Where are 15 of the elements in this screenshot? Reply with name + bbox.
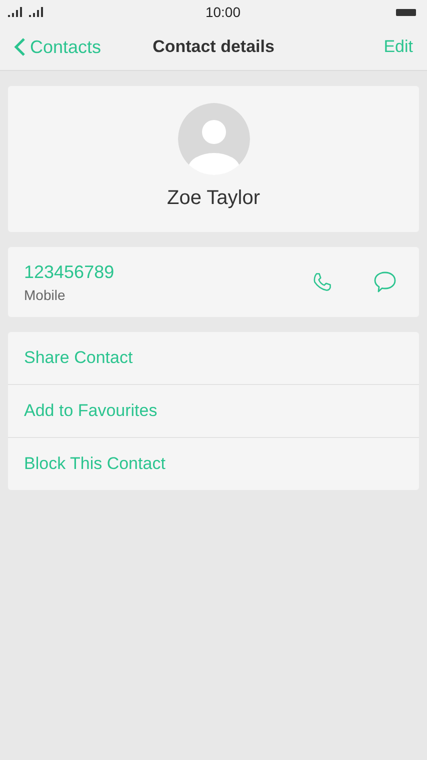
back-button[interactable]: Contacts [14, 36, 102, 58]
battery-icon [396, 8, 416, 16]
edit-button[interactable]: Edit [384, 37, 413, 57]
message-icon[interactable] [373, 270, 397, 294]
action-item[interactable]: Share Contact [8, 332, 419, 384]
avatar-icon [178, 103, 250, 175]
phone-icon[interactable] [311, 271, 333, 293]
status-time: 10:00 [205, 4, 241, 20]
phone-number[interactable]: 123456789 [24, 262, 114, 282]
phone-type: Mobile [24, 286, 66, 302]
contact-name: Zoe Taylor [166, 187, 260, 210]
screen-title: Contact details [152, 37, 274, 57]
action-item[interactable]: Block This Contact [8, 437, 419, 490]
action-item[interactable]: Add to Favourites [8, 384, 419, 437]
chevron-icon [14, 37, 26, 57]
